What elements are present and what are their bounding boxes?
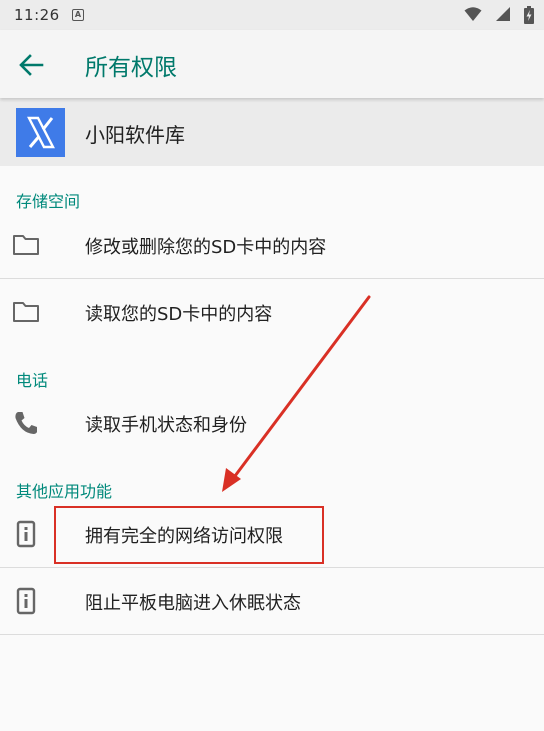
permission-row[interactable]: 阻止平板电脑进入休眠状态 [0,568,544,635]
folder-icon [13,235,39,255]
device-info-icon [16,520,36,548]
folder-icon [13,302,39,322]
page-title: 所有权限 [85,55,177,81]
arrow-left-icon[interactable] [16,50,46,80]
app-header: 小阳软件库 [0,98,544,166]
app-bar: 所有权限 [0,30,544,98]
battery-charging-icon [524,6,534,24]
permission-label: 修改或删除您的SD卡中的内容 [85,237,327,258]
phone-icon [15,412,37,434]
app-name: 小阳软件库 [85,123,185,147]
permission-row[interactable]: 修改或删除您的SD卡中的内容 [0,212,544,279]
section-label-other: 其他应用功能 [16,482,113,501]
section-label-storage: 存储空间 [16,192,81,211]
device-info-icon [16,587,36,615]
section-label-phone: 电话 [16,371,49,390]
notification-a-icon: A [72,9,84,21]
status-time: 11:26 [14,6,60,24]
wifi-icon [464,7,482,21]
app-x-logo-icon [16,108,65,157]
status-bar: 11:26 A [0,0,544,30]
permission-row[interactable]: 读取您的SD卡中的内容 [0,279,544,345]
status-icons [456,6,534,24]
permission-row[interactable]: 读取手机状态和身份 [0,390,544,456]
permission-label: 读取手机状态和身份 [85,415,247,436]
permission-label: 阻止平板电脑进入休眠状态 [85,593,301,614]
annotation-highlight-box [54,506,324,564]
signal-icon [496,7,511,21]
permission-label: 读取您的SD卡中的内容 [85,304,273,325]
